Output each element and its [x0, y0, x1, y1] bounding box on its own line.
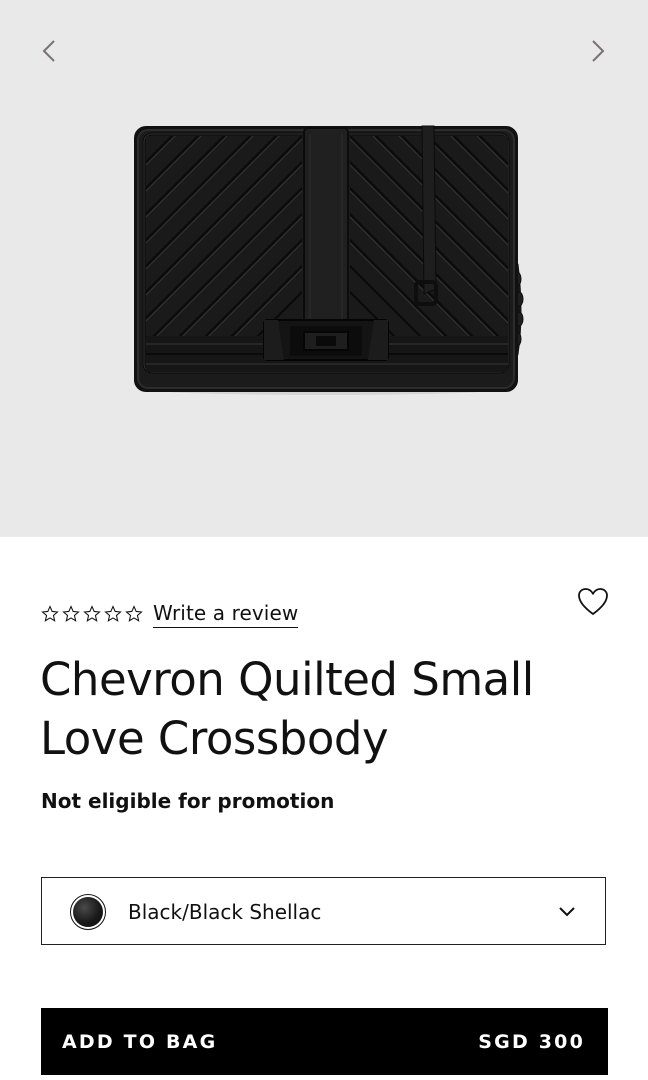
- star-outline-icon: [41, 605, 59, 622]
- star-outline-icon: [125, 605, 143, 622]
- chevron-left-icon: [42, 40, 55, 62]
- product-image-gallery: [0, 0, 648, 537]
- color-swatch: [70, 894, 106, 930]
- heart-outline-icon: [578, 588, 608, 615]
- star-rating[interactable]: [41, 605, 143, 623]
- product-title: Chevron Quilted Small Love Crossbody: [40, 653, 534, 765]
- write-review-link[interactable]: Write a review: [153, 601, 299, 628]
- chevron-down-icon: [559, 907, 575, 917]
- next-image-button[interactable]: [581, 34, 615, 68]
- star-outline-icon: [83, 605, 101, 622]
- color-select-dropdown[interactable]: Black/Black Shellac: [41, 877, 606, 945]
- promotion-eligibility-note: Not eligible for promotion: [41, 789, 335, 813]
- chevron-right-icon: [592, 40, 605, 62]
- add-to-bag-label: ADD TO BAG: [62, 1031, 218, 1053]
- previous-image-button[interactable]: [32, 34, 66, 68]
- add-to-bag-button[interactable]: ADD TO BAG SGD 300: [41, 1008, 608, 1075]
- product-image[interactable]: [124, 114, 528, 404]
- color-swatch-fill: [73, 897, 103, 927]
- price-label: SGD 300: [478, 1031, 585, 1053]
- selected-color-label: Black/Black Shellac: [128, 900, 322, 924]
- wishlist-button[interactable]: [576, 586, 610, 618]
- rating-row: Write a review: [41, 598, 299, 630]
- star-outline-icon: [62, 605, 80, 622]
- star-outline-icon: [104, 605, 122, 622]
